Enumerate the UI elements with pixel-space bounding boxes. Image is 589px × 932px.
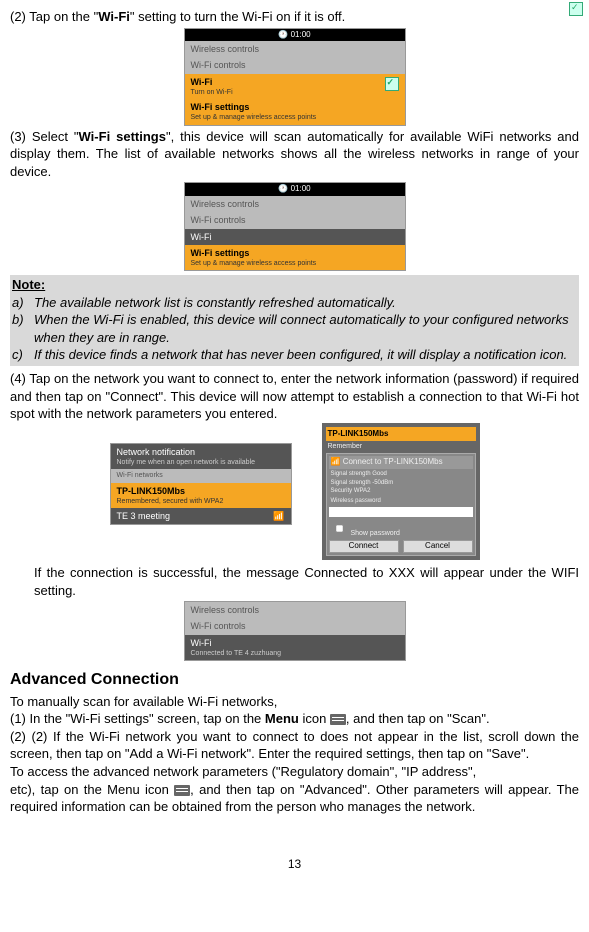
clock-icon: 🕐	[278, 30, 288, 41]
row: Wi-Fi controls	[185, 618, 405, 634]
sublabel: Connected to TE 4 zuzhuang	[191, 649, 399, 658]
advanced-para-2: etc), tap on the Menu icon , and then ta…	[10, 781, 579, 816]
advanced-step-1: (1) In the "Wi-Fi settings" screen, tap …	[10, 710, 579, 728]
text: icon	[299, 711, 330, 726]
advanced-step-2: (2) (2) If the Wi-Fi network you want to…	[10, 728, 579, 763]
page-number: 13	[10, 856, 579, 872]
dialog-body: 📶 Connect to TP-LINK150Mbs Signal streng…	[326, 453, 476, 556]
password-label: Wireless password	[329, 497, 473, 505]
show-password-checkbox[interactable]	[335, 525, 343, 533]
label: Wi-Fi settings	[191, 102, 250, 112]
note-b: b)When the Wi-Fi is enabled, this device…	[12, 311, 577, 346]
time: 01:00	[291, 184, 311, 195]
label: TP-LINK150Mbs	[117, 486, 186, 496]
screenshot-wifi-settings: 🕐 01:00 Wireless controls Wi-Fi controls…	[10, 182, 579, 271]
sublabel: Notify me when an open network is availa…	[117, 458, 285, 467]
label: Network notification	[117, 447, 196, 457]
bold-menu: Menu	[265, 711, 299, 726]
sublabel: Turn on Wi-Fi	[191, 88, 399, 97]
text: (2) Tap on the "	[10, 9, 98, 24]
label: Wi-Fi settings	[191, 248, 250, 258]
connect-button[interactable]: Connect	[329, 540, 399, 553]
advanced-para-1: To access the advanced network parameter…	[10, 763, 579, 781]
text: Signal strength Good	[329, 469, 473, 479]
step-2-text: (2) Tap on the "Wi-Fi" setting to turn t…	[10, 8, 579, 26]
sublabel: Set up & manage wireless access points	[191, 113, 399, 122]
bold-wifi: Wi-Fi	[98, 9, 130, 24]
label: Wi-Fi	[191, 77, 213, 87]
password-input[interactable]	[329, 507, 473, 517]
row-wifi-controls: Wi-Fi controls	[185, 57, 405, 73]
text: Security WPA2	[329, 487, 473, 497]
time: 01:00	[291, 30, 311, 41]
menu-icon	[330, 714, 346, 725]
row-wifi-connected[interactable]: Wi-Fi Connected to TE 4 zuzhuang	[185, 635, 405, 661]
bold-wifi-settings: Wi-Fi settings	[79, 129, 166, 144]
advanced-heading: Advanced Connection	[10, 669, 579, 691]
label: Wi-Fi	[191, 232, 212, 242]
text: When the Wi-Fi is enabled, this device w…	[34, 311, 577, 346]
dialog-sub: Remember	[326, 441, 476, 452]
cancel-button[interactable]: Cancel	[403, 540, 473, 553]
row-wifi[interactable]: Wi-Fi Turn on Wi-Fi	[185, 74, 405, 100]
row: Wireless controls	[185, 196, 405, 212]
dialog-header: TP-LINK150Mbs	[326, 427, 476, 442]
row: Wireless controls	[185, 602, 405, 618]
row-wifi-settings[interactable]: Wi-Fi settings Set up & manage wireless …	[185, 245, 405, 271]
text: Signal strength -50dBm	[329, 479, 473, 487]
text: The available network list is constantly…	[34, 294, 396, 312]
sublabel: Remembered, secured with WPA2	[117, 497, 285, 506]
clock-icon: 🕐	[278, 184, 288, 195]
section-header: Wi-Fi networks	[111, 469, 291, 482]
row: Wi-Fi controls	[185, 212, 405, 228]
sublabel: Set up & manage wireless access points	[191, 259, 399, 268]
step-4b-text: If the connection is successful, the mes…	[10, 564, 579, 599]
row-wifi[interactable]: Wi-Fi	[185, 229, 405, 245]
text: (1) In the "Wi-Fi settings" screen, tap …	[10, 711, 265, 726]
text: " setting to turn the Wi-Fi on if it is …	[130, 9, 345, 24]
row-wireless-controls: Wireless controls	[185, 41, 405, 57]
wifi-icon: 📶	[273, 510, 284, 522]
text: If this device finds a network that has …	[34, 346, 567, 364]
network-item-1[interactable]: TP-LINK150Mbs Remembered, secured with W…	[111, 483, 291, 509]
check-icon[interactable]	[569, 2, 583, 16]
step-3-text: (3) Select "Wi-Fi settings", this device…	[10, 128, 579, 181]
label: TE 3 meeting	[117, 511, 171, 521]
text: (3) Select "	[10, 129, 79, 144]
note-c: c)If this device finds a network that ha…	[12, 346, 577, 364]
note-title: Note:	[12, 276, 577, 294]
label: Wi-Fi	[191, 638, 212, 648]
step-4-text: (4) Tap on the network you want to conne…	[10, 370, 579, 423]
row-notification[interactable]: Network notification Notify me when an o…	[111, 444, 291, 470]
text: etc), tap on the Menu icon	[10, 782, 174, 797]
check-icon[interactable]	[385, 77, 399, 91]
note-a: a)The available network list is constant…	[12, 294, 577, 312]
screenshot-connected: Wireless controls Wi-Fi controls Wi-Fi C…	[10, 601, 579, 661]
advanced-intro: To manually scan for available Wi-Fi net…	[10, 693, 579, 711]
row-wifi-settings[interactable]: Wi-Fi settings Set up & manage wireless …	[185, 99, 405, 125]
note-box: Note: a)The available network list is co…	[10, 275, 579, 366]
wifi-icon: 📶	[331, 457, 341, 466]
screenshot-connect-dialog: TP-LINK150Mbs Remember 📶 Connect to TP-L…	[322, 423, 480, 561]
screenshot-network-list: Network notification Notify me when an o…	[110, 443, 292, 526]
menu-icon	[174, 785, 190, 796]
label: Show password	[350, 530, 399, 537]
screenshot-wifi-toggle: 🕐 01:00 Wireless controls Wi-Fi controls…	[10, 28, 579, 126]
screenshot-pair: Network notification Notify me when an o…	[10, 423, 579, 561]
text: , and then tap on "Scan".	[346, 711, 490, 726]
dialog-title: Connect to TP-LINK150Mbs	[343, 457, 443, 466]
network-item-2[interactable]: TE 3 meeting 📶	[111, 508, 291, 524]
